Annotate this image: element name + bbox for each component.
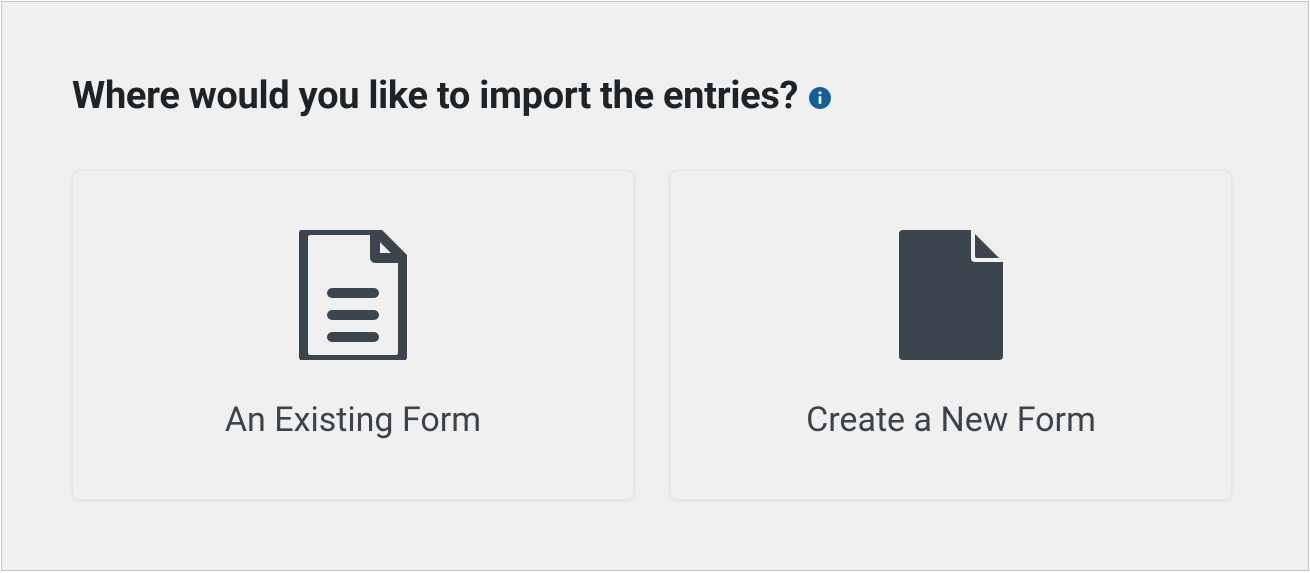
document-lines-icon [299,230,407,364]
option-existing-form[interactable]: An Existing Form [72,170,634,500]
document-blank-icon [897,230,1005,364]
option-label: Create a New Form [806,400,1096,440]
option-label: An Existing Form [225,400,481,440]
import-destination-panel: Where would you like to import the entri… [1,1,1309,571]
info-icon[interactable] [808,86,832,110]
option-cards: An Existing Form Create a New Form [72,170,1238,500]
panel-title: Where would you like to import the entri… [72,74,798,118]
option-create-new-form[interactable]: Create a New Form [670,170,1232,500]
panel-header: Where would you like to import the entri… [72,74,1238,118]
